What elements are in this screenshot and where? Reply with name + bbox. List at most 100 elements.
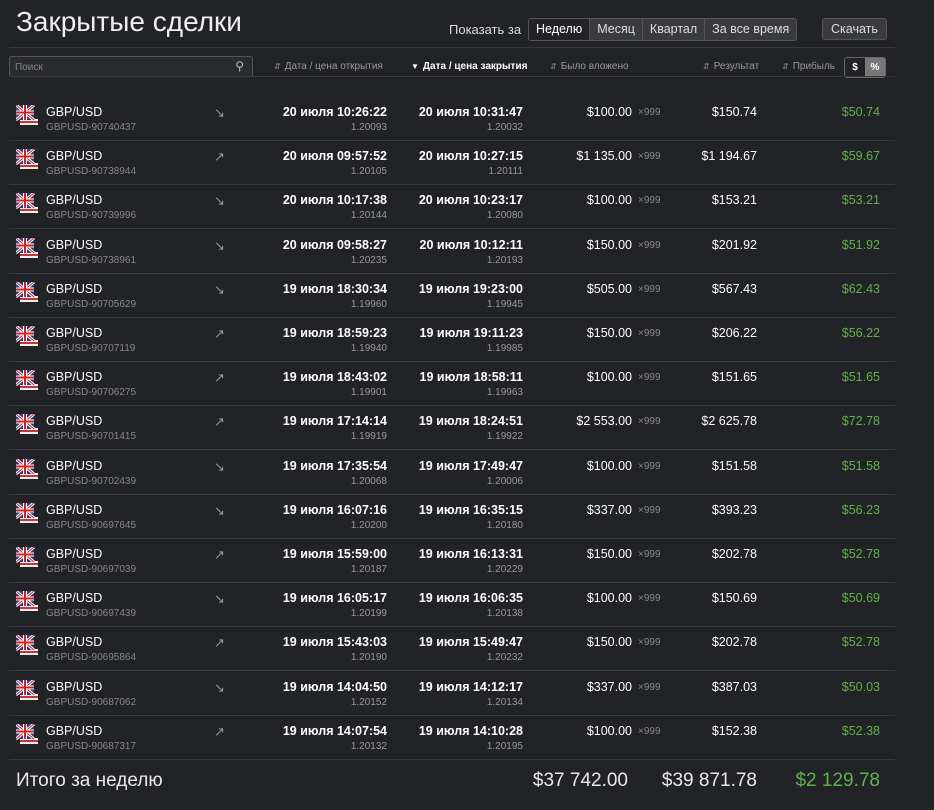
trade-pair: GBP/USD bbox=[46, 458, 103, 473]
period-week-button[interactable]: Неделю bbox=[529, 19, 590, 40]
trade-row[interactable]: GBP/USD GBPUSD-90697439 ↘ 19 июля 16:05:… bbox=[9, 583, 895, 628]
result-amount: $567.43 bbox=[711, 281, 757, 296]
trade-row[interactable]: GBP/USD GBPUSD-90738944 ↗ 20 июля 09:57:… bbox=[9, 141, 895, 186]
close-price: 1.20080 bbox=[486, 210, 523, 222]
leverage: ×999 bbox=[638, 681, 661, 693]
divider bbox=[9, 76, 895, 77]
trade-row[interactable]: GBP/USD GBPUSD-90697039 ↗ 19 июля 15:59:… bbox=[9, 539, 895, 583]
arrow-up-right-icon: ↗ bbox=[214, 723, 225, 739]
open-price: 1.20199 bbox=[350, 608, 387, 620]
close-date: 19 июля 15:49:47 bbox=[418, 635, 523, 650]
period-month-button[interactable]: Месяц bbox=[589, 19, 642, 40]
column-profit[interactable]: ⇵ Прибыль bbox=[782, 61, 835, 72]
result-amount: $206.22 bbox=[711, 326, 757, 340]
trade-id: GBPUSD-90702439 bbox=[46, 475, 137, 487]
trade-row[interactable]: GBP/USD GBPUSD-90701415 ↗ 19 июля 17:14:… bbox=[9, 406, 895, 451]
gb-flag-icon bbox=[15, 413, 38, 435]
profit-amount: $62.43 bbox=[841, 281, 880, 296]
open-date: 20 июля 10:17:38 bbox=[282, 193, 387, 208]
trade-pair: GBP/USD bbox=[46, 105, 103, 119]
profit-amount: $50.69 bbox=[841, 591, 880, 606]
trade-row[interactable]: GBP/USD GBPUSD-90705629 ↘ 19 июля 18:30:… bbox=[9, 274, 895, 318]
trade-id: GBPUSD-90695864 bbox=[46, 652, 137, 664]
profit-amount: $52.78 bbox=[841, 547, 880, 561]
period-all-time-button[interactable]: За все время bbox=[704, 19, 797, 40]
trade-row[interactable]: GBP/USD GBPUSD-90739996 ↘ 20 июля 10:17:… bbox=[9, 185, 895, 230]
trade-row[interactable]: GBP/USD GBPUSD-90695864 ↗ 19 июля 15:43:… bbox=[9, 627, 895, 672]
page-title: Закрытые сделки bbox=[16, 6, 242, 37]
column-invested[interactable]: ⇵ Было вложено bbox=[550, 61, 629, 72]
invested-amount: $150.00 bbox=[586, 635, 632, 650]
invested-amount: $2 553.00 bbox=[576, 414, 632, 429]
result-amount: $393.23 bbox=[711, 502, 757, 517]
close-date: 19 июля 14:12:17 bbox=[418, 679, 523, 694]
column-close-date[interactable]: ▼ Дата / цена закрытия bbox=[411, 61, 527, 72]
open-date: 19 июля 15:59:00 bbox=[282, 547, 387, 561]
leverage: ×999 bbox=[638, 416, 661, 428]
trade-row[interactable]: GBP/USD GBPUSD-90687062 ↘ 19 июля 14:04:… bbox=[9, 672, 895, 716]
result-amount: $150.69 bbox=[711, 591, 757, 606]
arrow-up-right-icon: ↗ bbox=[214, 635, 225, 651]
trade-id: GBPUSD-90697039 bbox=[46, 564, 137, 575]
trade-row[interactable]: GBP/USD GBPUSD-90707119 ↗ 19 июля 18:59:… bbox=[9, 318, 895, 362]
profit-amount: $59.67 bbox=[841, 149, 880, 164]
trade-id: GBPUSD-90697645 bbox=[46, 519, 137, 531]
leverage: ×999 bbox=[638, 504, 661, 516]
trade-id: GBPUSD-90697439 bbox=[46, 608, 137, 620]
open-date: 19 июля 18:43:02 bbox=[282, 370, 387, 385]
trade-id: GBPUSD-90740437 bbox=[46, 122, 137, 133]
invested-amount: $505.00 bbox=[586, 281, 632, 296]
gb-flag-icon bbox=[15, 678, 38, 700]
column-label: Дата / цена закрытия bbox=[422, 61, 528, 72]
trade-id: GBPUSD-90687062 bbox=[46, 696, 137, 708]
period-quarter-button[interactable]: Квартал bbox=[641, 19, 705, 40]
toggle-percent[interactable]: % bbox=[865, 58, 885, 77]
gb-flag-icon bbox=[15, 236, 38, 258]
download-button[interactable]: Скачать bbox=[822, 18, 887, 40]
trade-row[interactable]: GBP/USD GBPUSD-90740437 ↘ 20 июля 10:26:… bbox=[9, 97, 895, 141]
search-icon[interactable]: ⚲ bbox=[235, 59, 244, 73]
result-amount: $2 625.78 bbox=[701, 414, 757, 429]
leverage: ×999 bbox=[638, 239, 661, 251]
result-amount: $150.74 bbox=[711, 105, 757, 119]
close-date: 20 июля 10:31:47 bbox=[418, 105, 523, 119]
trade-pair: GBP/USD bbox=[46, 281, 103, 296]
trade-row[interactable]: GBP/USD GBPUSD-90687317 ↗ 19 июля 14:07:… bbox=[9, 716, 895, 760]
open-price: 1.20144 bbox=[350, 210, 387, 222]
gb-flag-icon bbox=[15, 280, 38, 302]
column-result[interactable]: ⇵ Результат bbox=[703, 61, 759, 72]
trade-row[interactable]: GBP/USD GBPUSD-90702439 ↘ 19 июля 17:35:… bbox=[9, 451, 895, 495]
trade-id: GBPUSD-90707119 bbox=[46, 343, 136, 354]
open-date: 19 июля 18:30:34 bbox=[282, 281, 387, 296]
arrow-up-right-icon: ↗ bbox=[214, 547, 225, 562]
trade-id: GBPUSD-90738944 bbox=[46, 166, 137, 178]
trade-row[interactable]: GBP/USD GBPUSD-90738961 ↘ 20 июля 09:58:… bbox=[9, 230, 895, 274]
trade-row[interactable]: GBP/USD GBPUSD-90706275 ↗ 19 июля 18:43:… bbox=[9, 362, 895, 407]
toggle-dollar[interactable]: $ bbox=[845, 58, 865, 77]
close-price: 1.20134 bbox=[486, 696, 523, 708]
close-date: 19 июля 18:58:11 bbox=[419, 370, 523, 385]
close-price: 1.20006 bbox=[486, 475, 523, 487]
arrow-down-right-icon: ↘ bbox=[214, 502, 225, 518]
divider bbox=[9, 47, 895, 48]
column-label: Результат bbox=[713, 61, 760, 72]
leverage: ×999 bbox=[638, 283, 661, 295]
open-price: 1.19919 bbox=[350, 431, 387, 443]
trade-row[interactable]: GBP/USD GBPUSD-90697645 ↘ 19 июля 16:07:… bbox=[9, 495, 895, 539]
arrow-up-right-icon: ↗ bbox=[214, 414, 225, 430]
search-input[interactable] bbox=[10, 58, 220, 77]
leverage: ×999 bbox=[638, 195, 661, 207]
gb-flag-icon bbox=[15, 324, 38, 346]
close-date: 19 июля 14:10:28 bbox=[418, 723, 523, 738]
result-amount: $1 194.67 bbox=[701, 149, 757, 164]
open-date: 19 июля 14:07:54 bbox=[282, 723, 387, 738]
sort-icon: ⇵ bbox=[550, 62, 557, 71]
close-price: 1.20138 bbox=[486, 608, 523, 620]
open-date: 19 июля 15:43:03 bbox=[282, 635, 387, 650]
sort-icon: ⇵ bbox=[703, 62, 710, 71]
trade-id: GBPUSD-90701415 bbox=[46, 431, 137, 443]
trade-pair: GBP/USD bbox=[46, 547, 103, 561]
invested-amount: $337.00 bbox=[586, 679, 632, 694]
gb-flag-icon bbox=[15, 545, 38, 567]
column-open-date[interactable]: ⇵ Дата / цена открытия bbox=[274, 61, 383, 72]
